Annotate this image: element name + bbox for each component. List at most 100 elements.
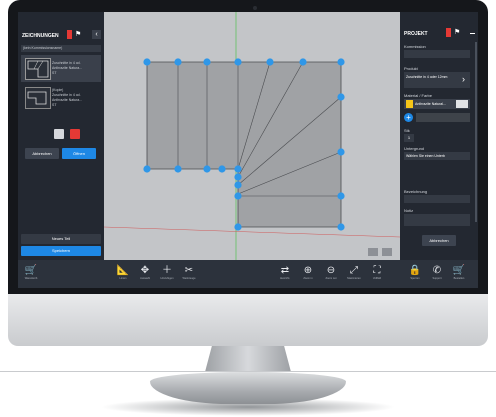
cart-button[interactable]: 🛒 Warenkorb [22,265,40,285]
minimize-icon[interactable] [470,33,475,34]
drawing-canvas[interactable] [104,12,400,260]
vertex-handle [234,192,242,200]
subgrade-select[interactable]: Wählen Sie einen Unterb [404,152,470,160]
cart-full-icon: 🛒 [452,265,466,276]
vertex-handle [234,181,242,189]
add-button[interactable]: ＋ Hinzufügen [158,265,176,285]
mini-button-undo[interactable] [368,248,378,256]
notes-label: Notiz [404,208,414,213]
bottom-toolbar: 🛒 Warenkorb 📐 Linien ✥ Auswahl ＋ Hinzufügen ✂ Wer… [18,260,478,288]
save-button[interactable]: Speichern [21,246,101,256]
vertex-handle [234,173,242,181]
zoom-out-icon: ⊖ [326,265,336,276]
cancel-button[interactable]: Abbrechen [422,235,456,246]
item-text: Zuschnitte in 4 od. [52,61,81,65]
vertex-handle [337,93,345,101]
ruler-button[interactable]: 📐 Linien [114,265,132,285]
flag-icon[interactable]: ⚑ [75,31,81,39]
panel-title: PROJEKT [404,31,428,37]
toolbar-label: Auswahl [140,277,150,280]
product-label: Produkt [404,66,418,71]
copy-icon[interactable] [54,129,64,139]
vertex-handle [299,58,307,66]
material-select[interactable]: Anthrazite Natural... [404,99,470,109]
flag-icon[interactable]: ⚑ [454,29,460,37]
delete-icon[interactable] [446,28,451,37]
zoom-in-button[interactable]: ⊕ Zoom in [299,265,317,285]
monitor-chin [8,294,488,346]
toolbar-label: Sperren [410,277,420,280]
item-text: (Kopie) [52,88,64,92]
qty-label: Stk [404,128,410,133]
tools-button[interactable]: ✂ Werkzeuge [180,265,198,285]
vertex-handle [337,148,345,156]
collapse-icon[interactable]: ‹ [92,30,101,39]
screen: ZEICHNUNGEN ⚑ ‹ (kein Kommissionsname) Z… [18,12,478,288]
vertex-handle [234,165,242,173]
commission-input[interactable] [404,50,470,58]
vertex-handle [218,165,226,173]
toolbar-label: Warenkorb [24,277,38,280]
scrollbar[interactable] [475,42,477,222]
fullscreen-icon: ⛶ [373,265,381,276]
add-icon: ＋ [162,265,172,276]
toolbar-label: Support [432,277,442,280]
cancel-button[interactable]: Abbrechen [25,148,59,159]
vertex-handle [203,58,211,66]
drawing-list-item[interactable]: (Kopie) Zuschnitte in 4 od. Anthrazite N… [21,84,101,111]
item-text: Anthrazite Natura... [52,98,83,102]
select-icon: ✥ [140,265,150,276]
toolbar-label: Werkzeuge [182,277,196,280]
product-value: Zuschnitte in 4 oder 12mm [406,75,448,79]
material-label: Material / Farbe [404,93,433,98]
zoom-out-button[interactable]: ⊖ Zoom out [322,265,340,285]
material-thumb [456,100,468,108]
notes-input[interactable] [404,214,470,226]
drawing-thumbnail [25,58,51,80]
mini-button-redo[interactable] [382,248,392,256]
add-material-icon[interactable]: + [404,113,413,122]
select-button[interactable]: ✥ Auswahl [136,265,154,285]
toolbar-label: Ausricht. [279,277,291,280]
drawing-list-item-selected[interactable]: Zuschnitte in 4 od. Anthrazite Natura...… [21,55,101,82]
camera-dot [253,6,257,10]
drawing-svg[interactable] [104,12,400,260]
toolbar-label: Hinzufügen [160,277,174,280]
cart-full-button[interactable]: 🛒 Bestellen [450,265,468,285]
open-button[interactable]: Öffnen [62,148,96,159]
phone-button[interactable]: ✆ Support [428,265,446,285]
name-input[interactable] [404,195,470,203]
subgrade-value: Wählen Sie einen Unterb [406,154,445,158]
vertex-handle [337,58,345,66]
product-select[interactable]: Zuschnitte in 4 oder 12mm › [404,72,470,88]
lock-icon: 🔒 [408,265,422,276]
vertex-handle [266,58,274,66]
vertex-handle [174,58,182,66]
material-value: Anthrazite Natural... [415,102,446,106]
new-part-button[interactable]: Neues Teil [21,234,101,244]
drawing-thumbnail [25,87,51,109]
trash-icon[interactable] [70,129,80,139]
fit-icon: ⤢ [350,265,358,276]
vertex-handle [143,58,151,66]
shape-outline [146,61,342,228]
fullscreen-button[interactable]: ⛶ Vollbild [368,265,386,285]
x-axis-line [104,226,400,238]
delete-icon[interactable] [67,30,72,39]
drawings-panel: ZEICHNUNGEN ⚑ ‹ (kein Kommissionsname) Z… [18,12,104,260]
monitor-stand-neck [205,346,291,372]
align-button[interactable]: ⇄ Ausricht. [276,265,294,285]
lock-button[interactable]: 🔒 Sperren [406,265,424,285]
fit-button[interactable]: ⤢ Maximieren [345,265,363,285]
qty-input[interactable]: 1 [404,134,414,142]
toolbar-label: Vollbild [372,277,382,280]
project-panel: PROJEKT ⚑ Kommission Produkt Zuschnitte … [400,12,478,260]
item-text: ST [52,71,57,75]
toolbar-label: Zoom out [325,277,337,280]
commission-input[interactable]: (kein Kommissionsname) [21,45,101,52]
texture-strip [416,113,470,122]
item-text: ST [52,103,57,107]
cart-icon: 🛒 [24,265,38,276]
vertex-handle [337,223,345,231]
commission-label: Kommission [404,44,426,49]
